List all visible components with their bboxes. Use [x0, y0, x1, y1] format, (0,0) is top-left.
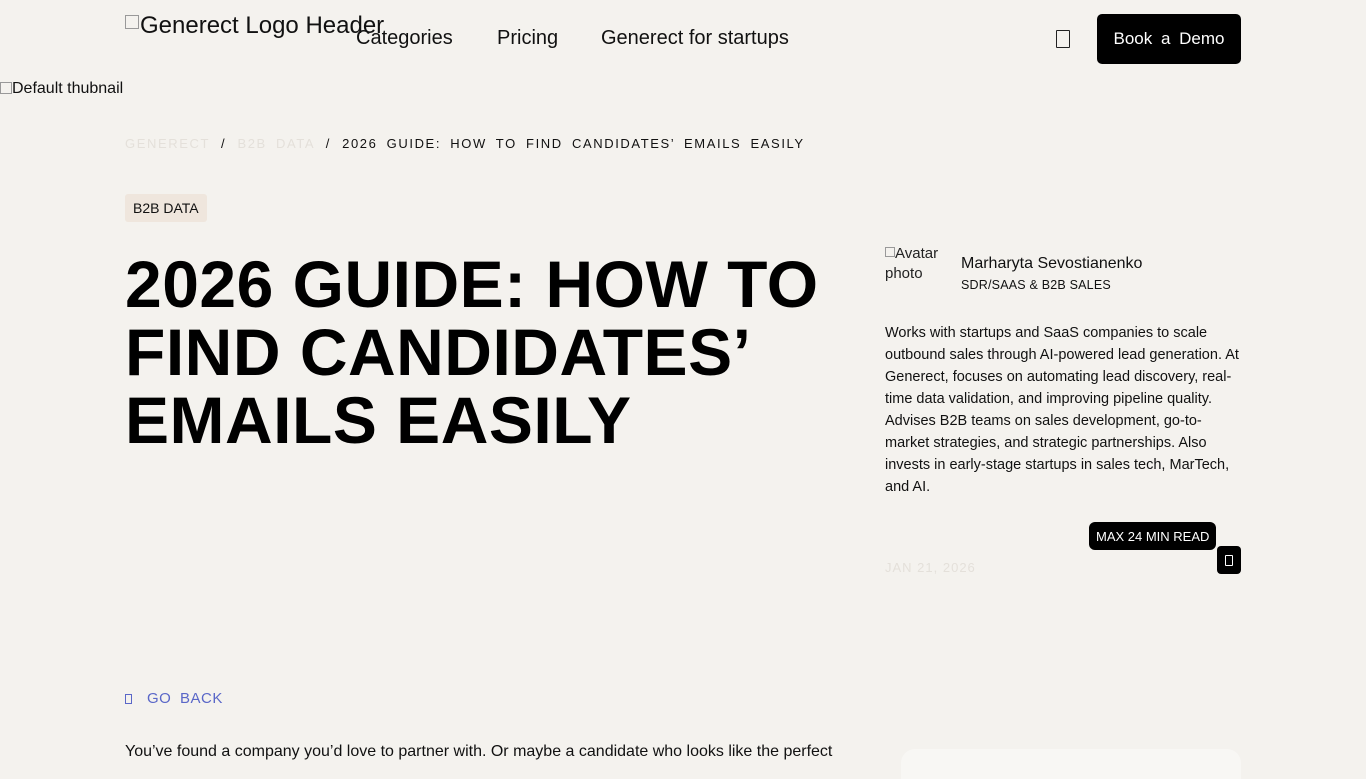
- breadcrumb-separator: /: [325, 136, 331, 151]
- breadcrumb-category[interactable]: B2B DATA: [237, 136, 314, 151]
- logo-alt-text: Generect Logo Header: [140, 12, 385, 39]
- table-of-contents-card: [901, 749, 1241, 779]
- article-intro: You’ve found a company you’d love to par…: [125, 743, 833, 760]
- author-name[interactable]: Marharyta Sevostianenko: [961, 255, 1142, 273]
- arrow-left-icon: [125, 693, 132, 704]
- author-role: SDR/SAAS & B2B SALES: [961, 278, 1111, 292]
- read-time-badge: MAX 24 MIN READ: [1089, 522, 1217, 550]
- broken-image-icon: [0, 82, 12, 94]
- logo[interactable]: Generect Logo Header: [125, 13, 384, 39]
- share-button[interactable]: [1217, 546, 1241, 574]
- nav-generect-for-startups[interactable]: Generect for startups: [601, 27, 789, 50]
- category-badge[interactable]: B2B DATA: [125, 194, 207, 222]
- breadcrumb-home[interactable]: GENERECT: [125, 136, 210, 151]
- nav-categories[interactable]: Categories: [356, 27, 453, 50]
- avatar: Avatar photo: [885, 244, 945, 288]
- breadcrumb-current: 2026 GUIDE: HOW TO FIND CANDIDATES’ EMAI…: [342, 136, 805, 151]
- go-back-label: GO BACK: [147, 690, 223, 707]
- thumbnail-alt-text: Default thubnail: [12, 80, 124, 97]
- nav-pricing[interactable]: Pricing: [497, 27, 558, 50]
- broken-image-icon: [885, 247, 895, 257]
- book-demo-button[interactable]: Book a Demo: [1097, 14, 1241, 64]
- go-back-link[interactable]: GO BACK: [125, 690, 223, 707]
- share-icon: [1225, 554, 1233, 566]
- breadcrumb: GENERECT / B2B DATA / 2026 GUIDE: HOW TO…: [125, 136, 805, 151]
- publish-date: JAN 21, 2026: [885, 560, 976, 575]
- site-header: Generect Logo Header Categories Pricing …: [0, 0, 1366, 78]
- article-thumbnail: Default thubnail: [0, 80, 123, 98]
- search-icon[interactable]: [1056, 30, 1070, 48]
- author-bio: Works with startups and SaaS companies t…: [885, 325, 1239, 495]
- broken-image-icon: [125, 15, 139, 29]
- page-title: 2026 GUIDE: HOW TO FIND CANDIDATES’ EMAI…: [125, 247, 819, 457]
- breadcrumb-separator: /: [221, 136, 227, 151]
